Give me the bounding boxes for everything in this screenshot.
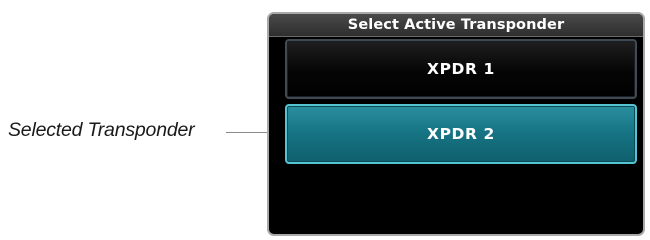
selected-transponder-callout-label: Selected Transponder: [8, 119, 195, 141]
window-title: Select Active Transponder: [269, 14, 643, 37]
select-active-transponder-window: Select Active Transponder XPDR 1 XPDR 2: [267, 12, 645, 236]
xpdr-2-button[interactable]: XPDR 2: [285, 104, 637, 164]
xpdr-1-button-label: XPDR 1: [427, 60, 495, 78]
xpdr-1-button[interactable]: XPDR 1: [285, 39, 637, 99]
xpdr-2-button-label: XPDR 2: [427, 125, 495, 143]
